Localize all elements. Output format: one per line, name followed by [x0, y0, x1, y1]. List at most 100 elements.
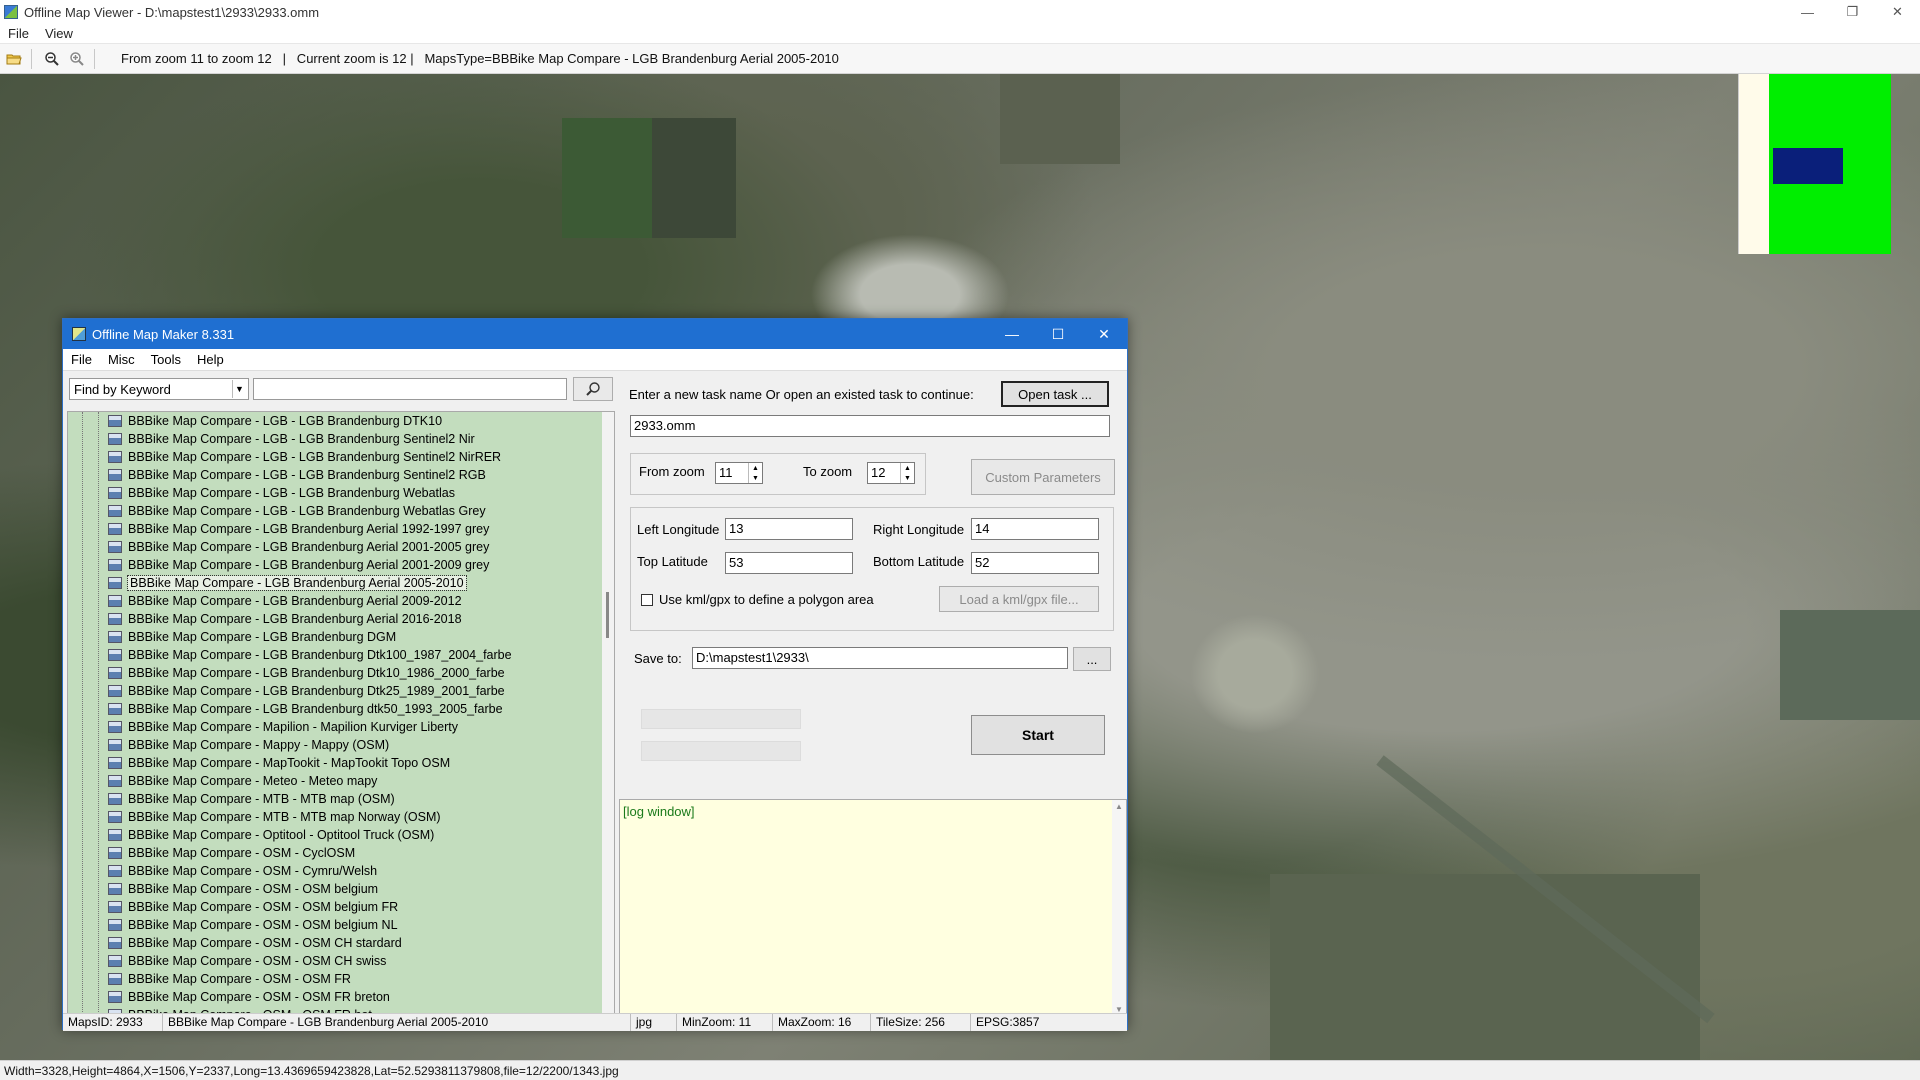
tree-item[interactable]: BBBike Map Compare - LGB Brandenburg Aer…	[108, 592, 512, 610]
task-name-input[interactable]: 2933.omm	[630, 415, 1110, 437]
log-text: [log window]	[623, 804, 695, 819]
close-icon[interactable]: ✕	[1081, 319, 1127, 349]
airfield-area	[1190, 614, 1320, 734]
zoom-in-icon[interactable]	[66, 48, 88, 70]
tree-item[interactable]: BBBike Map Compare - Mapilion - Mapilion…	[108, 718, 512, 736]
zoom-info: From zoom 11 to zoom 12 | Current zoom i…	[121, 51, 839, 66]
map-tile	[1000, 74, 1120, 164]
map-layer-icon	[108, 847, 122, 859]
left-longitude-input[interactable]: 13	[725, 518, 853, 540]
tree-item[interactable]: BBBike Map Compare - MapTookit - MapTook…	[108, 754, 512, 772]
menu-file[interactable]: File	[0, 26, 37, 41]
tree-item-label: BBBike Map Compare - LGB - LGB Brandenbu…	[128, 486, 456, 500]
tree-item-label: BBBike Map Compare - LGB Brandenburg Aer…	[128, 540, 490, 554]
tree-item[interactable]: BBBike Map Compare - OSM - OSM FR	[108, 970, 512, 988]
menu-misc[interactable]: Misc	[100, 352, 143, 367]
tree-item[interactable]: BBBike Map Compare - OSM - OSM CH swiss	[108, 952, 512, 970]
tree-item[interactable]: BBBike Map Compare - LGB - LGB Brandenbu…	[108, 448, 512, 466]
tree-item[interactable]: BBBike Map Compare - MTB - MTB map (OSM)	[108, 790, 512, 808]
custom-parameters-button[interactable]: Custom Parameters	[971, 459, 1115, 495]
tree-item[interactable]: BBBike Map Compare - OSM - OSM CH starda…	[108, 934, 512, 952]
menu-help[interactable]: Help	[189, 352, 232, 367]
tree-item[interactable]: BBBike Map Compare - MTB - MTB map Norwa…	[108, 808, 512, 826]
tree-item[interactable]: BBBike Map Compare - OSM - OSM belgium F…	[108, 898, 512, 916]
map-layer-icon	[108, 631, 122, 643]
tree-item[interactable]: BBBike Map Compare - LGB - LGB Brandenbu…	[108, 502, 512, 520]
tree-item[interactable]: BBBike Map Compare - Optitool - Optitool…	[108, 826, 512, 844]
menu-view[interactable]: View	[37, 26, 81, 41]
search-input[interactable]	[253, 378, 567, 400]
map-maker-window: Offline Map Maker 8.331 — ☐ ✕ File Misc …	[62, 318, 1128, 1031]
bottom-latitude-input[interactable]: 52	[971, 552, 1099, 574]
browse-button[interactable]: ...	[1073, 647, 1111, 671]
map-layer-icon	[108, 793, 122, 805]
tree-item[interactable]: BBBike Map Compare - Meteo - Meteo mapy	[108, 772, 512, 790]
open-folder-icon[interactable]	[3, 48, 25, 70]
save-to-input[interactable]: D:\mapstest1\2933\	[692, 647, 1068, 669]
tree-item[interactable]: BBBike Map Compare - LGB - LGB Brandenbu…	[108, 412, 512, 430]
tree-item[interactable]: BBBike Map Compare - OSM - OSM belgium N…	[108, 916, 512, 934]
log-scrollbar[interactable]: ▲ ▼	[1112, 800, 1126, 1016]
load-kml-button[interactable]: Load a kml/gpx file...	[939, 586, 1099, 612]
tree-item-label: BBBike Map Compare - Mapilion - Mapilion…	[128, 720, 458, 734]
from-zoom-value: 11	[719, 465, 733, 480]
minimize-icon[interactable]: —	[989, 319, 1035, 349]
tree-item[interactable]: BBBike Map Compare - OSM - OSM FR breton	[108, 988, 512, 1006]
tree-item[interactable]: BBBike Map Compare - LGB Brandenburg Aer…	[108, 610, 512, 628]
start-button[interactable]: Start	[971, 715, 1105, 755]
tree-item[interactable]: BBBike Map Compare - LGB Brandenburg DGM	[108, 628, 512, 646]
search-button[interactable]	[573, 377, 613, 401]
close-icon[interactable]: ✕	[1875, 0, 1920, 24]
right-longitude-input[interactable]: 14	[971, 518, 1099, 540]
tree-item[interactable]: BBBike Map Compare - LGB Brandenburg dtk…	[108, 700, 512, 718]
tree-item[interactable]: BBBike Map Compare - LGB Brandenburg Dtk…	[108, 646, 512, 664]
tree-item[interactable]: BBBike Map Compare - LGB Brandenburg Aer…	[108, 538, 512, 556]
left-longitude-label: Left Longitude	[637, 522, 720, 537]
tree-item[interactable]: BBBike Map Compare - LGB Brandenburg Dtk…	[108, 664, 512, 682]
tree-item[interactable]: BBBike Map Compare - LGB Brandenburg Aer…	[108, 574, 512, 592]
tree-item-label: BBBike Map Compare - Meteo - Meteo mapy	[128, 774, 378, 788]
restore-icon[interactable]: ❐	[1830, 0, 1875, 24]
tree-item-label: BBBike Map Compare - LGB - LGB Brandenbu…	[128, 414, 443, 428]
tree-item[interactable]: BBBike Map Compare - LGB Brandenburg Aer…	[108, 556, 512, 574]
tree-item[interactable]: BBBike Map Compare - LGB Brandenburg Dtk…	[108, 682, 512, 700]
tree-item-label: BBBike Map Compare - LGB - LGB Brandenbu…	[128, 450, 502, 464]
open-task-button[interactable]: Open task ...	[1001, 381, 1109, 407]
map-type-tree[interactable]: BBBike Map Compare - LGB - LGB Brandenbu…	[67, 411, 615, 1015]
map-layer-icon	[108, 865, 122, 877]
menu-file[interactable]: File	[63, 352, 100, 367]
minimize-icon[interactable]: —	[1785, 0, 1830, 24]
stepper-arrows-icon[interactable]: ▲ ▼	[900, 463, 914, 483]
tree-item[interactable]: BBBike Map Compare - LGB - LGB Brandenbu…	[108, 484, 512, 502]
tree-item[interactable]: BBBike Map Compare - LGB - LGB Brandenbu…	[108, 430, 512, 448]
top-latitude-input[interactable]: 53	[725, 552, 853, 574]
tree-item[interactable]: BBBike Map Compare - OSM - CyclOSM	[108, 844, 512, 862]
menu-tools[interactable]: Tools	[143, 352, 189, 367]
stepper-arrows-icon[interactable]: ▲ ▼	[748, 463, 762, 483]
maximize-icon[interactable]: ☐	[1035, 319, 1081, 349]
zoom-out-icon[interactable]	[41, 48, 63, 70]
tree-scrollbar[interactable]	[602, 412, 614, 1014]
log-window[interactable]: [log window] ▲ ▼	[619, 799, 1127, 1017]
chevron-down-icon[interactable]: ▼	[232, 380, 246, 398]
tree-item[interactable]: BBBike Map Compare - LGB - LGB Brandenbu…	[108, 466, 512, 484]
map-layer-icon	[108, 505, 122, 517]
tree-item-label: BBBike Map Compare - LGB Brandenburg Dtk…	[128, 648, 512, 662]
overview-minimap[interactable]	[1738, 74, 1891, 254]
tree-guide	[82, 412, 83, 1014]
from-zoom-label: From zoom	[639, 464, 705, 479]
scrollbar-thumb[interactable]	[606, 592, 609, 638]
scroll-up-icon[interactable]: ▲	[1115, 802, 1123, 811]
search-mode-select[interactable]: Find by Keyword ▼	[69, 378, 249, 400]
tree-item[interactable]: BBBike Map Compare - Mappy - Mappy (OSM)	[108, 736, 512, 754]
tree-item[interactable]: BBBike Map Compare - OSM - Cymru/Welsh	[108, 862, 512, 880]
from-zoom-stepper[interactable]: 11 ▲ ▼	[715, 462, 763, 484]
progress-bar-total	[641, 709, 801, 729]
minimap-viewport[interactable]	[1773, 148, 1843, 184]
tree-item[interactable]: BBBike Map Compare - OSM - OSM belgium	[108, 880, 512, 898]
right-longitude-label: Right Longitude	[873, 522, 965, 537]
tree-item-label: BBBike Map Compare - OSM - OSM CH starda…	[128, 936, 402, 950]
to-zoom-stepper[interactable]: 12 ▲ ▼	[867, 462, 915, 484]
use-kml-checkbox[interactable]	[641, 594, 653, 606]
tree-item[interactable]: BBBike Map Compare - LGB Brandenburg Aer…	[108, 520, 512, 538]
